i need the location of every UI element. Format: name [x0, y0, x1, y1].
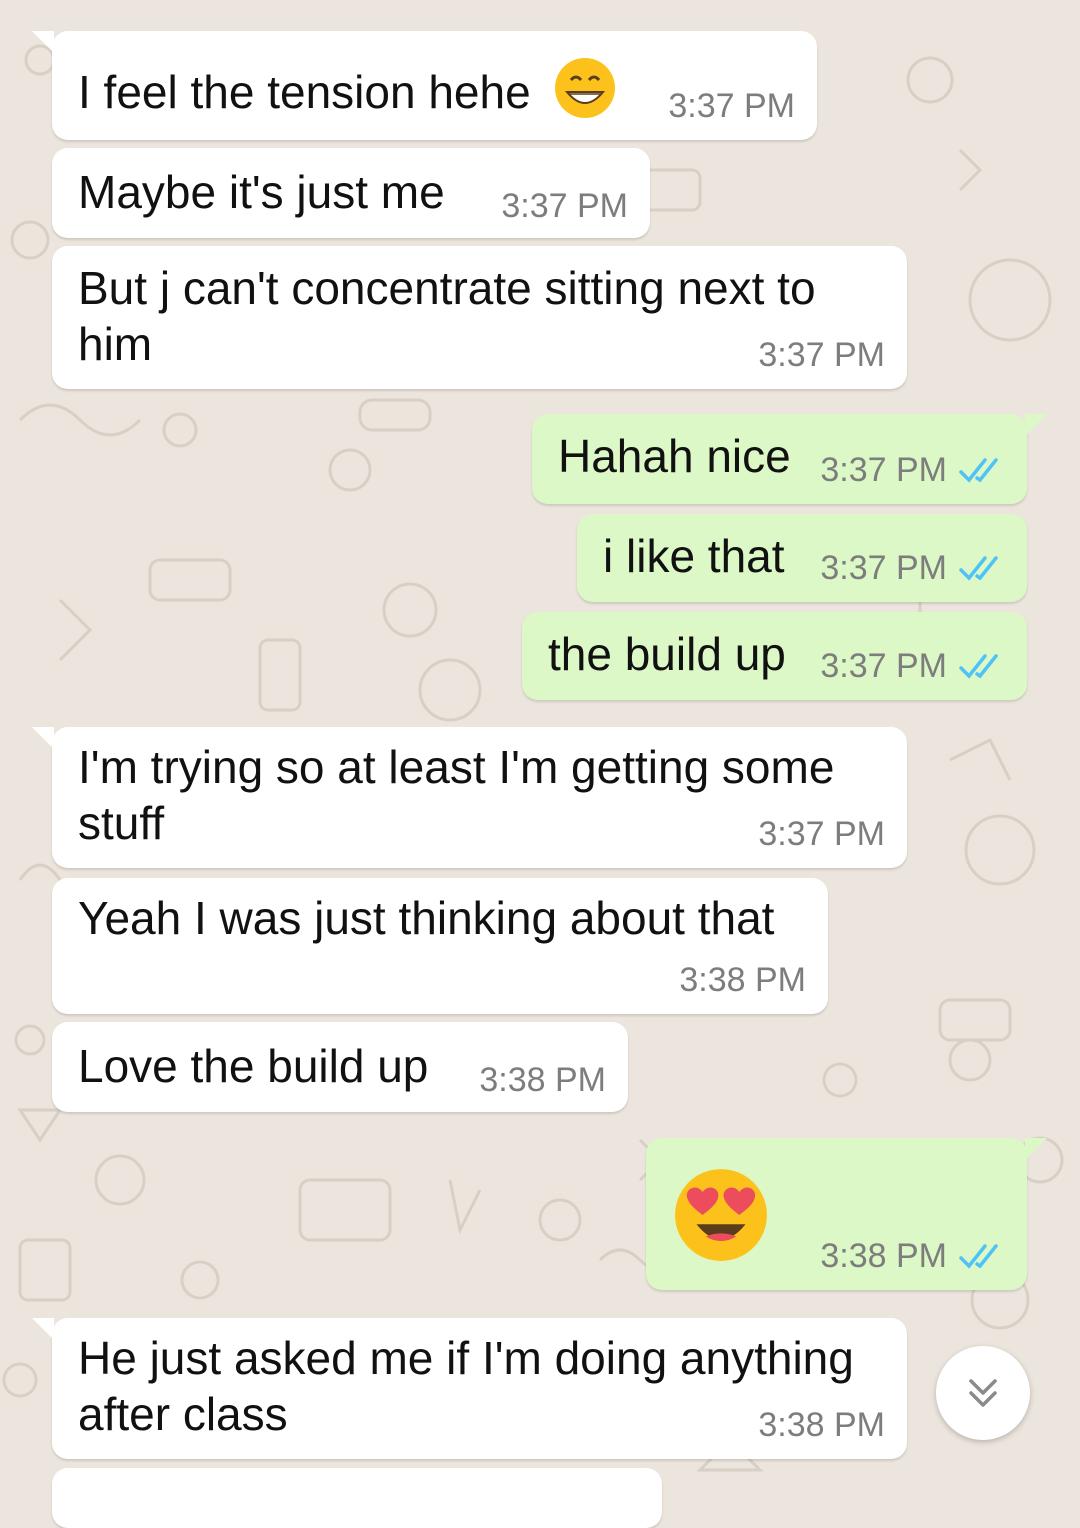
double-check-icon — [959, 1243, 998, 1269]
grinning-face-with-smiling-eyes-icon — [555, 58, 616, 118]
outgoing-message[interactable]: the build up 3:37 PM — [522, 612, 1027, 700]
message-time: 3:37 PM — [758, 815, 885, 853]
outgoing-message[interactable]: 3:38 PM — [646, 1138, 1047, 1290]
incoming-message[interactable]: Love the build up 3:38 PM — [52, 1022, 628, 1112]
double-check-icon — [959, 457, 998, 483]
smiling-face-with-heart-eyes-icon — [675, 1169, 767, 1261]
incoming-message[interactable]: But j can't concentrate sitting next to … — [52, 246, 907, 389]
message-time: 3:37 PM — [501, 187, 628, 225]
outgoing-message[interactable]: Hahah nice 3:37 PM — [532, 414, 1047, 504]
bubble-tail — [1025, 1138, 1047, 1160]
incoming-message[interactable]: I feel the tension hehe 3:37 PM — [32, 31, 817, 140]
double-check-icon — [959, 653, 998, 679]
message-time: 3:37 PM — [758, 336, 885, 374]
bubble-tail — [32, 31, 54, 53]
message-text: Yeah I was just thinking about that — [78, 892, 775, 944]
message-time: 3:37 PM — [668, 87, 795, 125]
message-time: 3:38 PM — [820, 1237, 947, 1275]
incoming-message[interactable]: Maybe it's just me 3:37 PM — [52, 148, 650, 238]
message-time: 3:38 PM — [679, 961, 806, 999]
incoming-message[interactable]: I'm trying so at least I'm getting some … — [32, 727, 907, 868]
bubble-tail — [32, 1318, 54, 1340]
chevron-double-down-icon — [969, 1379, 997, 1407]
message-time: 3:37 PM — [820, 451, 947, 489]
bubble-tail — [32, 727, 54, 749]
message-time: 3:37 PM — [820, 647, 947, 685]
scroll-to-bottom-button[interactable] — [936, 1346, 1030, 1440]
incoming-message-partial[interactable] — [52, 1468, 662, 1528]
bubble-tail — [1025, 414, 1047, 436]
message-time: 3:38 PM — [479, 1061, 606, 1099]
incoming-message[interactable]: Yeah I was just thinking about that 3:38… — [52, 878, 828, 1014]
incoming-message[interactable]: He just asked me if I'm doing anything a… — [32, 1318, 907, 1459]
outgoing-message[interactable]: i like that 3:37 PM — [577, 514, 1027, 602]
message-time: 3:38 PM — [758, 1406, 885, 1444]
message-time: 3:37 PM — [820, 549, 947, 587]
double-check-icon — [959, 555, 998, 581]
